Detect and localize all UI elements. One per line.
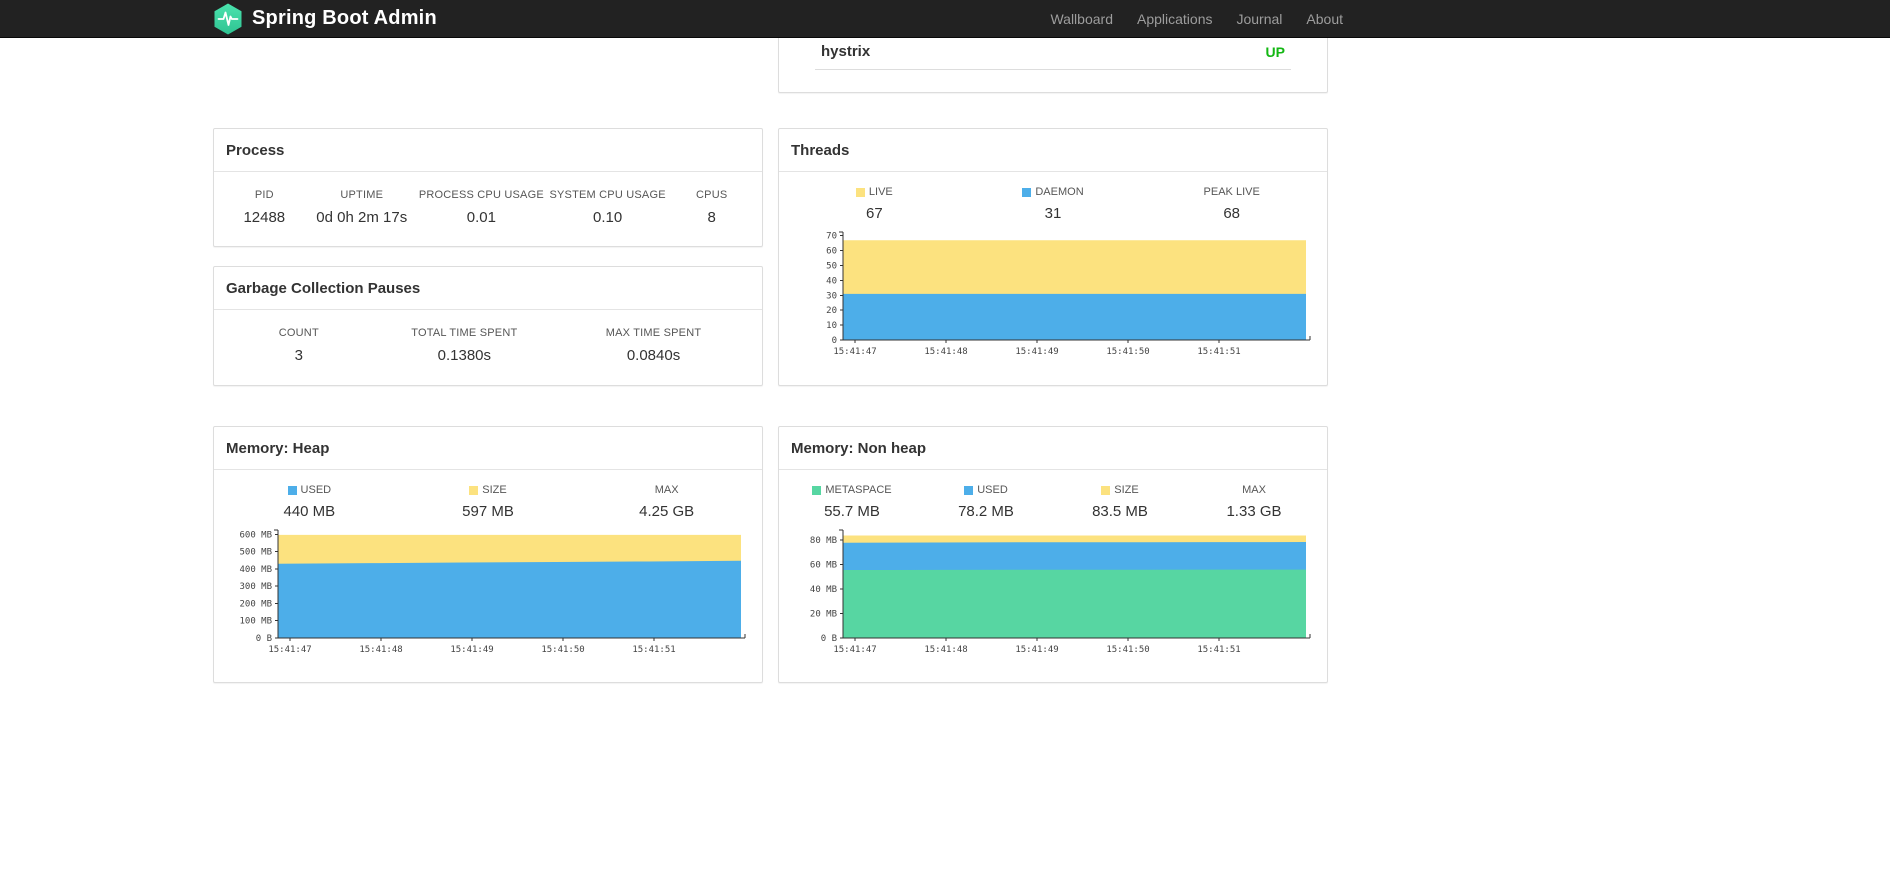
nav-item-wallboard[interactable]: Wallboard (1038, 11, 1125, 27)
svg-text:200 MB: 200 MB (239, 599, 272, 609)
svg-text:15:41:48: 15:41:48 (924, 347, 967, 357)
svg-text:15:41:50: 15:41:50 (541, 645, 584, 655)
left-column: Process PID 12488 UPTIME 0d 0h 2m 17s PR… (213, 38, 763, 683)
svg-text:15:41:51: 15:41:51 (1197, 645, 1240, 655)
svg-text:15:41:51: 15:41:51 (1197, 347, 1240, 357)
panel-title-threads: Threads (779, 129, 1327, 172)
svg-text:15:41:49: 15:41:49 (1015, 347, 1058, 357)
legend-swatch-size (469, 485, 479, 495)
svg-text:40 MB: 40 MB (810, 585, 837, 595)
process-panel: Process PID 12488 UPTIME 0d 0h 2m 17s PR… (213, 128, 763, 247)
svg-text:15:41:48: 15:41:48 (924, 645, 967, 655)
nav-links: Wallboard Applications Journal About (1038, 11, 1343, 27)
legend-swatch-used (964, 485, 974, 495)
brand-title: Spring Boot Admin (252, 7, 437, 29)
svg-text:30: 30 (826, 291, 837, 301)
legend-nonheap-used: USED 78.2 MB (958, 484, 1014, 520)
memory-nonheap-panel: Memory: Non heap METASPACE 55.7 MB USED … (778, 426, 1328, 683)
panel-title-memory-heap: Memory: Heap (214, 427, 762, 470)
threads-legend: LIVE 67 DAEMON 31 PEAK LIVE 68 (779, 172, 1327, 222)
status-badge: UP (1265, 43, 1285, 60)
svg-text:15:41:49: 15:41:49 (1015, 645, 1058, 655)
panel-title-gc: Garbage Collection Pauses (214, 267, 762, 310)
main-content: Process PID 12488 UPTIME 0d 0h 2m 17s PR… (213, 0, 1328, 683)
legend-swatch-daemon (1022, 187, 1032, 197)
svg-text:400 MB: 400 MB (239, 565, 272, 575)
svg-text:600 MB: 600 MB (239, 530, 272, 540)
metric-gc-count: COUNT 3 (278, 327, 319, 364)
svg-text:500 MB: 500 MB (239, 548, 272, 558)
memory-heap-panel: Memory: Heap USED 440 MB SIZE 597 MB MAX… (213, 426, 763, 683)
legend-live: LIVE 67 (785, 186, 964, 222)
navbar: Spring Boot Admin Wallboard Applications… (0, 0, 1890, 38)
navbar-container: Spring Boot Admin Wallboard Applications… (213, 0, 1343, 37)
threads-chart: 0 10 20 30 40 50 60 70 15:41:47 15:41:48 15:41:49 1… (791, 224, 1316, 358)
svg-text:0 B: 0 B (821, 634, 837, 644)
svg-text:15:41:51: 15:41:51 (632, 645, 675, 655)
svg-text:60: 60 (826, 247, 837, 257)
brand-link[interactable]: Spring Boot Admin (213, 3, 437, 35)
gc-metrics: COUNT 3 TOTAL TIME SPENT 0.1380s MAX TIM… (214, 310, 762, 364)
application-row-hystrix[interactable]: hystrix UP (815, 36, 1291, 70)
legend-metaspace: METASPACE 55.7 MB (785, 484, 919, 520)
svg-text:50: 50 (826, 262, 837, 272)
svg-text:15:41:50: 15:41:50 (1106, 347, 1149, 357)
metric-cpus: CPUS 8 (696, 189, 728, 226)
legend-swatch-metaspace (812, 485, 822, 495)
right-column: hystrix UP Threads LIVE 67 DAEMON 31 PEA… (778, 0, 1328, 683)
svg-text:15:41:48: 15:41:48 (359, 645, 402, 655)
heap-legend: USED 440 MB SIZE 597 MB MAX 4.25 GB (214, 470, 762, 520)
svg-text:300 MB: 300 MB (239, 582, 272, 592)
svg-text:0: 0 (832, 336, 837, 346)
svg-text:40: 40 (826, 276, 837, 286)
metric-process-cpu-usage: PROCESS CPU USAGE 0.01 (418, 189, 544, 226)
svg-text:15:41:47: 15:41:47 (268, 645, 311, 655)
legend-peak-live: PEAK LIVE 68 (1203, 186, 1260, 222)
legend-swatch-used (287, 485, 297, 495)
svg-text:15:41:49: 15:41:49 (450, 645, 493, 655)
nav-item-about[interactable]: About (1294, 11, 1343, 27)
svg-text:15:41:47: 15:41:47 (833, 645, 876, 655)
memory-nonheap-chart: 0 B 20 MB 40 MB 60 MB 80 MB 15:41:47 15:41:48 1… (791, 522, 1316, 656)
svg-text:20: 20 (826, 306, 837, 316)
svg-text:0 B: 0 B (256, 634, 272, 644)
legend-heap-used: USED 440 MB (283, 484, 336, 520)
metric-uptime: UPTIME 0d 0h 2m 17s (316, 189, 408, 226)
svg-text:15:41:50: 15:41:50 (1106, 645, 1149, 655)
metric-pid: PID 12488 (243, 189, 286, 226)
svg-text:20 MB: 20 MB (810, 609, 837, 619)
metric-gc-max-time: MAX TIME SPENT 0.0840s (605, 327, 702, 364)
legend-heap-max: MAX 4.25 GB (639, 484, 695, 520)
legend-daemon: DAEMON 31 (964, 186, 1143, 222)
svg-text:70: 70 (826, 232, 837, 242)
legend-swatch-live (855, 187, 865, 197)
svg-text:100 MB: 100 MB (239, 617, 272, 627)
memory-heap-chart: 0 B 100 MB 200 MB 300 MB 400 MB 500 MB 600 MB 1… (226, 522, 751, 656)
panel-title-process: Process (214, 129, 762, 172)
nav-item-journal[interactable]: Journal (1224, 11, 1294, 27)
process-metrics: PID 12488 UPTIME 0d 0h 2m 17s PROCESS CP… (214, 172, 762, 226)
legend-swatch-size (1101, 485, 1111, 495)
nonheap-legend: METASPACE 55.7 MB USED 78.2 MB SIZE 83.5… (779, 470, 1327, 520)
legend-nonheap-size: SIZE 83.5 MB (1092, 484, 1148, 520)
panel-title-memory-nonheap: Memory: Non heap (779, 427, 1327, 470)
metric-system-cpu-usage: SYSTEM CPU USAGE 0.10 (549, 189, 666, 226)
threads-panel: Threads LIVE 67 DAEMON 31 PEAK LIVE 68 0… (778, 128, 1328, 386)
legend-heap-size: SIZE 597 MB (462, 484, 514, 520)
legend-nonheap-max: MAX 1.33 GB (1226, 484, 1282, 520)
gc-panel: Garbage Collection Pauses COUNT 3 TOTAL … (213, 266, 763, 386)
application-name[interactable]: hystrix (821, 43, 870, 60)
svg-text:60 MB: 60 MB (810, 560, 837, 570)
svg-text:80 MB: 80 MB (810, 536, 837, 546)
svg-text:10: 10 (826, 321, 837, 331)
spring-boot-admin-logo-icon (214, 3, 242, 34)
metric-gc-total-time: TOTAL TIME SPENT 0.1380s (411, 327, 518, 364)
nav-item-applications[interactable]: Applications (1125, 11, 1225, 27)
svg-text:15:41:47: 15:41:47 (833, 347, 876, 357)
